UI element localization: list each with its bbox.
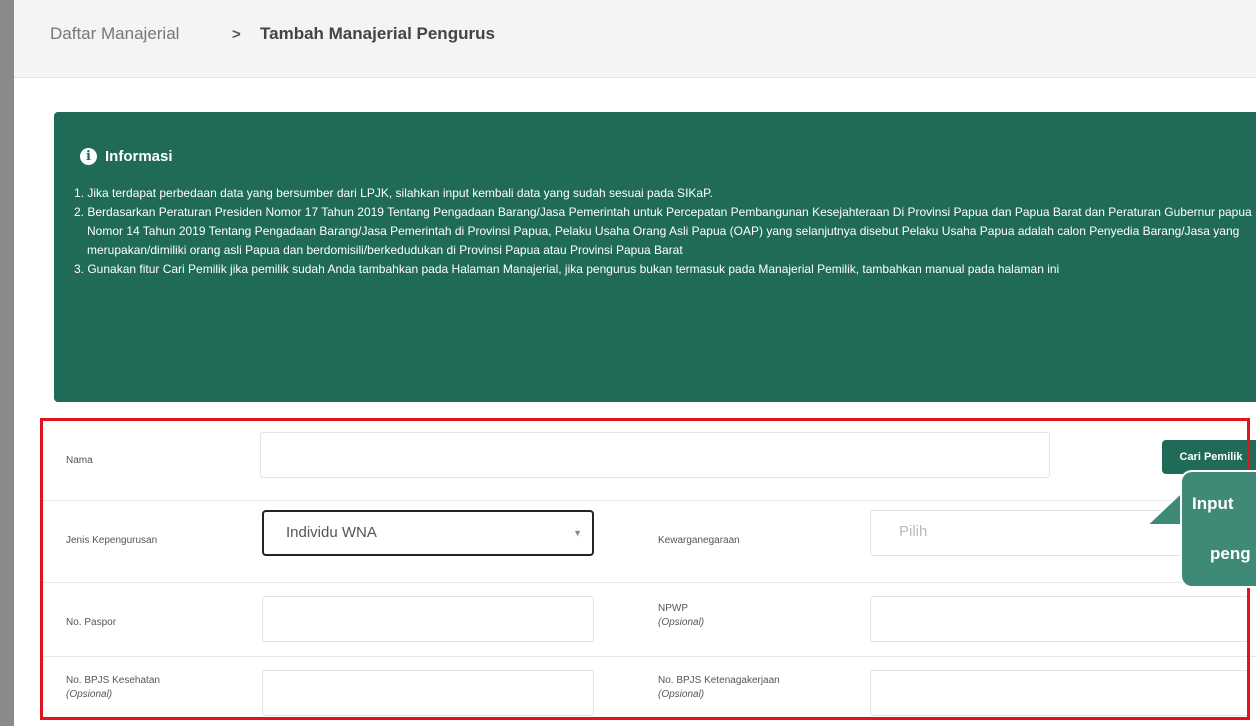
bpjs-kesehatan-label: No. BPJS Kesehatan (Opsional) <box>66 675 160 700</box>
info-icon: i <box>80 148 97 165</box>
breadcrumb-link-daftar-manajerial[interactable]: Daftar Manajerial <box>50 24 179 44</box>
pengurus-form: Nama Cari Pemilik Jenis Kepengurusan Ind… <box>40 420 1256 726</box>
info-item: 3. Gunakan fitur Cari Pemilik jika pemil… <box>74 262 1060 276</box>
kewarganegaraan-label: Kewarganegaraan <box>658 535 740 546</box>
breadcrumb-separator: > <box>232 26 241 43</box>
bpjs-ketenagakerjaan-input[interactable] <box>870 670 1250 716</box>
form-row-nama: Nama Cari Pemilik <box>40 420 1256 500</box>
app-window: Daftar Manajerial > Tambah Manajerial Pe… <box>14 0 1256 726</box>
page-title: Tambah Manajerial Pengurus <box>260 24 495 43</box>
no-paspor-label: No. Paspor <box>66 617 117 628</box>
callout-text-line2: peng <box>1210 544 1251 563</box>
bpjs-ketenagakerjaan-label: No. BPJS Ketenagakerjaan (Opsional) <box>658 675 780 700</box>
info-title: Informasi <box>105 148 173 165</box>
bpjs-kesehatan-input[interactable] <box>262 670 594 716</box>
nama-input[interactable] <box>260 432 1050 478</box>
callout-tail <box>1148 490 1184 524</box>
chevron-down-icon: ▼ <box>573 528 582 538</box>
jenis-kepengurusan-label: Jenis Kepengurusan <box>66 535 158 546</box>
info-heading: i Informasi <box>80 148 173 165</box>
npwp-input[interactable] <box>870 596 1250 642</box>
jenis-kepengurusan-select[interactable]: Individu WNA ▼ <box>262 510 594 556</box>
callout-text-line1: Input <box>1192 494 1234 513</box>
cari-pemilik-button[interactable]: Cari Pemilik <box>1162 440 1256 474</box>
no-paspor-input[interactable] <box>262 596 594 642</box>
form-row-bpjs: No. BPJS Kesehatan (Opsional) No. BPJS K… <box>40 656 1256 726</box>
breadcrumb: Daftar Manajerial > Tambah Manajerial Pe… <box>14 0 1256 78</box>
info-list: 1. Jika terdapat perbedaan data yang ber… <box>74 184 1252 279</box>
nama-label: Nama <box>66 455 93 466</box>
info-item: 1. Jika terdapat perbedaan data yang ber… <box>74 186 713 200</box>
info-item: 2. Berdasarkan Peraturan Presiden Nomor … <box>74 205 1252 257</box>
npwp-optional-note: (Opsional) <box>658 617 705 628</box>
info-panel: i Informasi 1. Jika terdapat perbedaan d… <box>54 112 1256 402</box>
bpjs-ketenagakerjaan-optional-note: (Opsional) <box>658 689 705 700</box>
npwp-label: NPWP (Opsional) <box>658 603 705 628</box>
tutorial-callout: Input peng <box>1180 470 1256 588</box>
form-row-paspor: No. Paspor NPWP (Opsional) <box>40 582 1256 654</box>
form-row-jenis: Jenis Kepengurusan Individu WNA ▼ Kewarg… <box>40 500 1256 580</box>
bpjs-kesehatan-optional-note: (Opsional) <box>66 689 113 700</box>
